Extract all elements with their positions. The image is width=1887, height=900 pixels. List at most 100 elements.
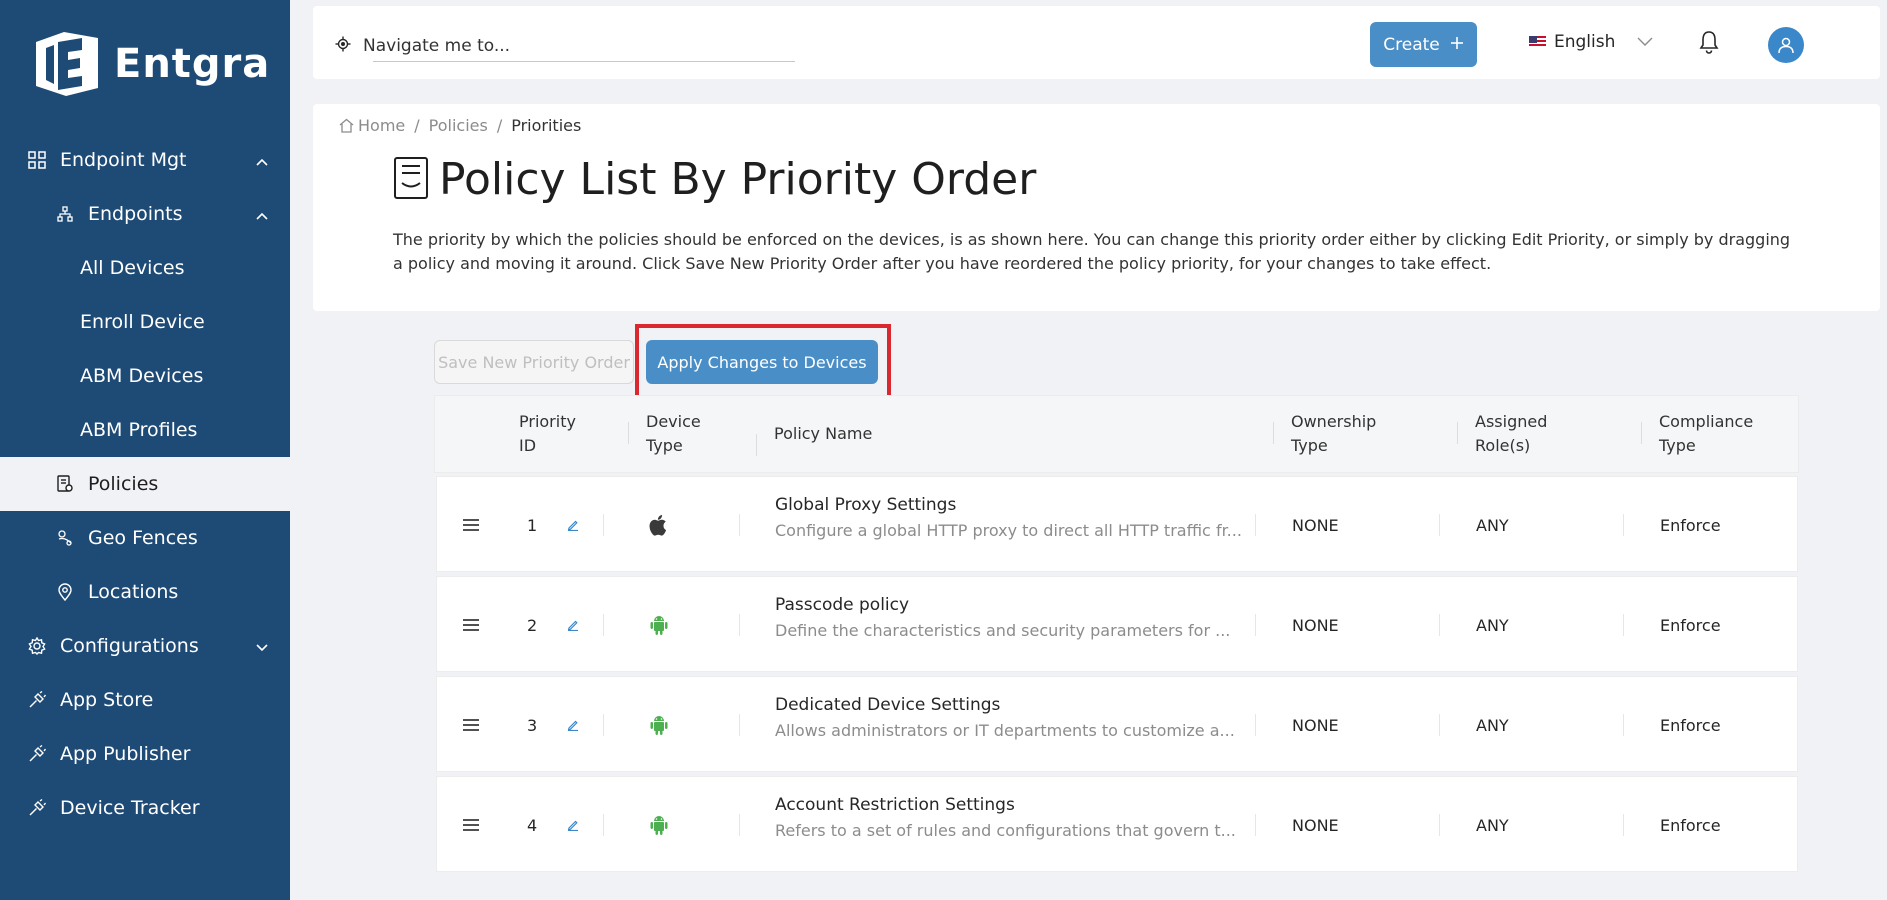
column-divider [1439,814,1440,836]
user-icon [1778,37,1794,54]
edit-priority-icon[interactable] [567,477,579,573]
sidebar: Entgra Endpoint Mgt Endpoints All Device… [0,0,290,900]
sidebar-item-app-store[interactable]: App Store [0,673,290,727]
create-button-label: Create [1383,34,1440,55]
page-description: The priority by which the policies shoul… [393,230,1791,273]
plug-icon [26,743,48,765]
policy-name: Global Proxy Settings [775,495,957,515]
header-text: Priority [519,412,576,431]
header-text: Role(s) [1475,436,1531,455]
sidebar-item-policies[interactable]: Policies [0,457,290,511]
compliance-type: Enforce [1660,815,1721,835]
ownership-type: NONE [1292,615,1339,635]
compliance-type: Enforce [1660,715,1721,735]
assigned-roles: ANY [1476,615,1509,635]
create-button[interactable]: Create [1370,22,1477,67]
table-row[interactable]: 4 Account Restriction Settings Refers to a… [436,776,1798,872]
column-policy-name: Policy Name [755,422,872,456]
location-icon [54,581,76,603]
ownership-type: NONE [1292,515,1339,535]
plug-icon [26,689,48,711]
policy-name-cell: Passcode policy Define the characteristic… [775,595,1230,640]
table-row[interactable]: 1 Global Proxy Settings Configure a global… [436,476,1798,572]
language-selector[interactable]: English [1529,32,1653,52]
compliance-type: Enforce [1660,515,1721,535]
sidebar-item-app-publisher[interactable]: App Publisher [0,727,290,781]
geofence-icon [54,527,76,549]
entgra-logo-icon [36,32,98,96]
ownership-type: NONE [1292,715,1339,735]
policy-document-icon [393,156,429,204]
sidebar-item-device-tracker[interactable]: Device Tracker [0,781,290,835]
navigate-search-field[interactable]: Navigate me to... [335,30,795,62]
header-text: Ownership [1291,412,1377,431]
gear-icon [26,635,48,657]
drag-handle-icon[interactable] [463,577,479,673]
header-text: Type [1659,436,1696,455]
column-divider [1623,614,1624,636]
column-divider [1439,614,1440,636]
column-divider [1623,814,1624,836]
sidebar-item-abm-devices[interactable]: ABM Devices [0,349,290,403]
grid-icon [26,149,48,171]
sidebar-item-all-devices[interactable]: All Devices [0,241,290,295]
sidebar-item-endpoint-mgt[interactable]: Endpoint Mgt [0,133,290,187]
drag-handle-icon[interactable] [463,677,479,773]
header-text: Type [646,436,683,455]
crosshair-icon [335,36,351,56]
policy-table-header: Priority ID Device Type Policy Name Owne… [434,395,1799,473]
sidebar-item-geo-fences[interactable]: Geo Fences [0,511,290,565]
hierarchy-icon [54,203,76,225]
column-divider [603,714,604,736]
bell-icon[interactable] [1699,30,1719,58]
sidebar-nav: Endpoint Mgt Endpoints All Devices Enrol… [0,133,290,835]
policy-name: Passcode policy [775,595,910,615]
priority-id: 4 [527,815,538,835]
avatar[interactable] [1768,27,1804,63]
header-text: Device [646,412,701,431]
compliance-type: Enforce [1660,615,1721,635]
policy-description: Configure a global HTTP proxy to direct … [775,521,1242,540]
priority-id: 2 [527,615,538,635]
sidebar-item-label: ABM Profiles [80,419,198,441]
language-label: English [1554,32,1616,52]
brand-name: Entgra [114,41,271,87]
column-divider [1255,814,1256,836]
sidebar-item-label: Enroll Device [80,311,205,333]
edit-priority-icon[interactable] [567,677,579,773]
header-text: ID [519,436,537,455]
sidebar-item-locations[interactable]: Locations [0,565,290,619]
column-device-type: Device Type [628,410,701,458]
policy-name: Dedicated Device Settings [775,695,1001,715]
sidebar-item-abm-profiles[interactable]: ABM Profiles [0,403,290,457]
table-row[interactable]: 3 Dedicated Device Settings Allows adminis… [436,676,1798,772]
sidebar-item-label: Locations [88,581,179,603]
drag-handle-icon[interactable] [463,777,479,873]
column-divider [1255,614,1256,636]
edit-priority-icon[interactable] [567,777,579,873]
sidebar-item-label: App Publisher [60,743,191,765]
brand-logo[interactable]: Entgra [30,28,270,100]
drag-handle-icon[interactable] [463,477,479,573]
us-flag-icon [1529,36,1546,48]
edit-priority-icon[interactable] [567,577,579,673]
save-new-priority-order-button[interactable]: Save New Priority Order [434,340,634,384]
breadcrumb: Home / Policies / Priorities [339,116,581,135]
breadcrumb-policies[interactable]: Policies [429,116,488,135]
sidebar-item-label: Endpoint Mgt [60,149,187,171]
policy-name-cell: Account Restriction Settings Refers to a … [775,795,1236,840]
sidebar-item-enroll-device[interactable]: Enroll Device [0,295,290,349]
chevron-up-icon [256,149,268,171]
page-header-card: Home / Policies / Priorities Policy List… [313,104,1880,311]
sidebar-item-configurations[interactable]: Configurations [0,619,290,673]
navigate-input[interactable]: Navigate me to... [363,36,510,56]
highlight-box [635,324,891,400]
policy-name-cell: Global Proxy Settings Configure a global … [775,495,1242,540]
column-divider [1623,514,1624,536]
breadcrumb-current: Priorities [511,116,582,135]
table-row[interactable]: 2 Passcode policy Define the characteristi… [436,576,1798,672]
plus-icon [1450,35,1464,55]
sidebar-item-endpoints[interactable]: Endpoints [0,187,290,241]
breadcrumb-home[interactable]: Home [339,116,405,135]
column-divider [1623,714,1624,736]
